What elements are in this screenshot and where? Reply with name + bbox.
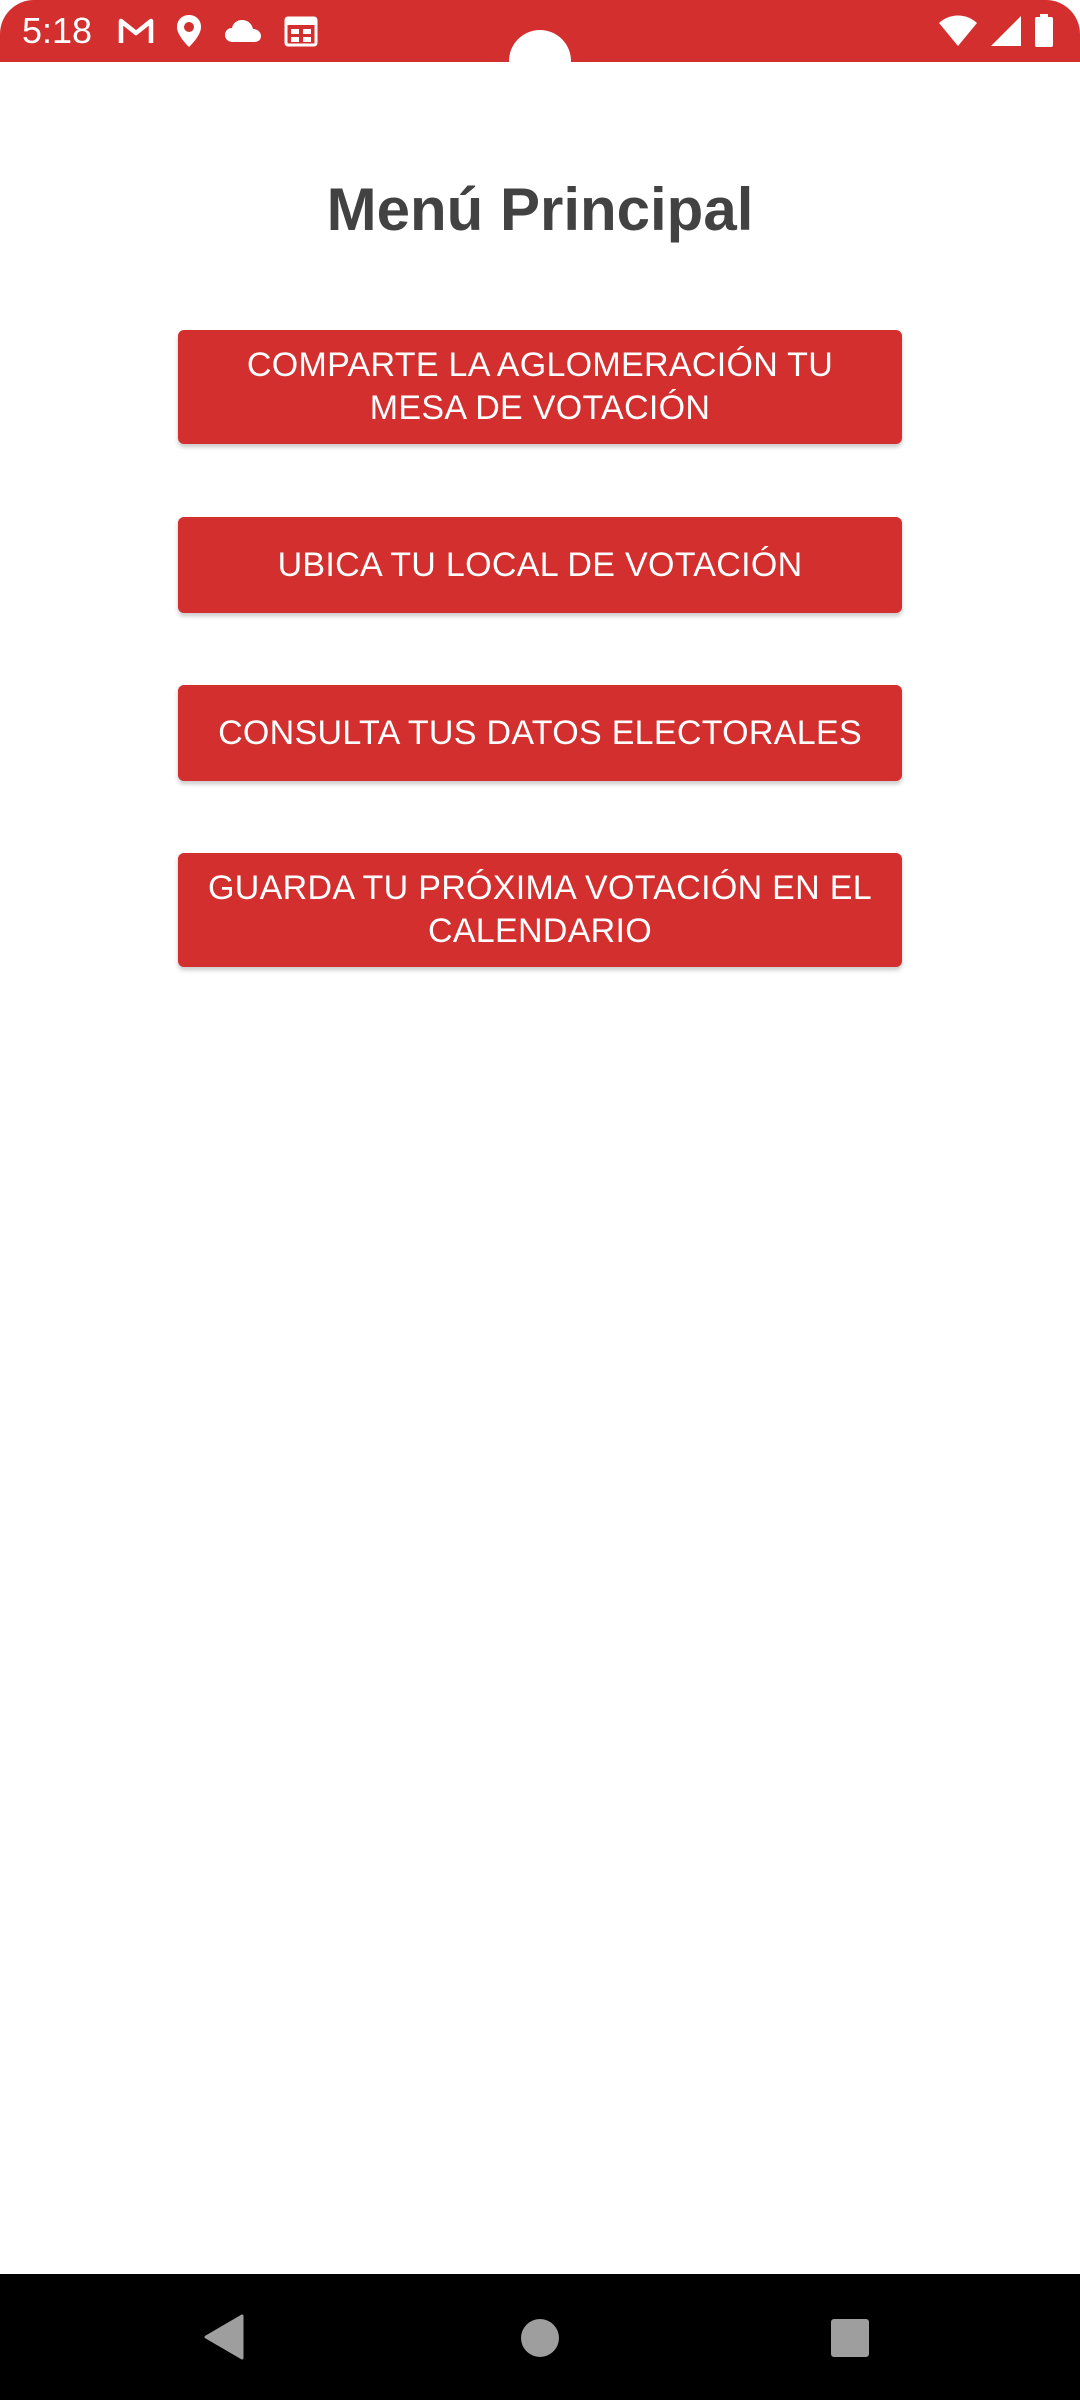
battery-icon (1034, 14, 1054, 48)
screen: 5:18 Menú Principal COMPARTE LA AGLOMERA… (0, 0, 1080, 2400)
check-electoral-data-button[interactable]: CONSULTA TUS DATOS ELECTORALES (178, 685, 902, 781)
recents-icon[interactable] (830, 2318, 870, 2358)
navigation-bar (0, 2274, 1080, 2400)
page-title: Menú Principal (326, 176, 754, 244)
status-icons-left (118, 12, 318, 50)
camera-cutout (509, 30, 571, 92)
calendar-icon (284, 15, 318, 47)
back-icon[interactable] (204, 2314, 244, 2360)
signal-icon (990, 15, 1022, 47)
share-crowding-button[interactable]: COMPARTE LA AGLOMERACIÓN TU MESA DE VOTA… (178, 330, 902, 444)
location-icon (176, 14, 202, 48)
cloud-icon (224, 18, 262, 44)
wifi-icon (938, 15, 978, 47)
status-icons-right (938, 12, 1054, 50)
status-time: 5:18 (22, 10, 93, 51)
save-next-vote-calendar-button[interactable]: GUARDA TU PRÓXIMA VOTACIÓN EN EL CALENDA… (178, 853, 902, 967)
gmail-icon (118, 16, 154, 46)
locate-polling-place-button[interactable]: UBICA TU LOCAL DE VOTACIÓN (178, 517, 902, 613)
home-icon[interactable] (520, 2318, 560, 2358)
